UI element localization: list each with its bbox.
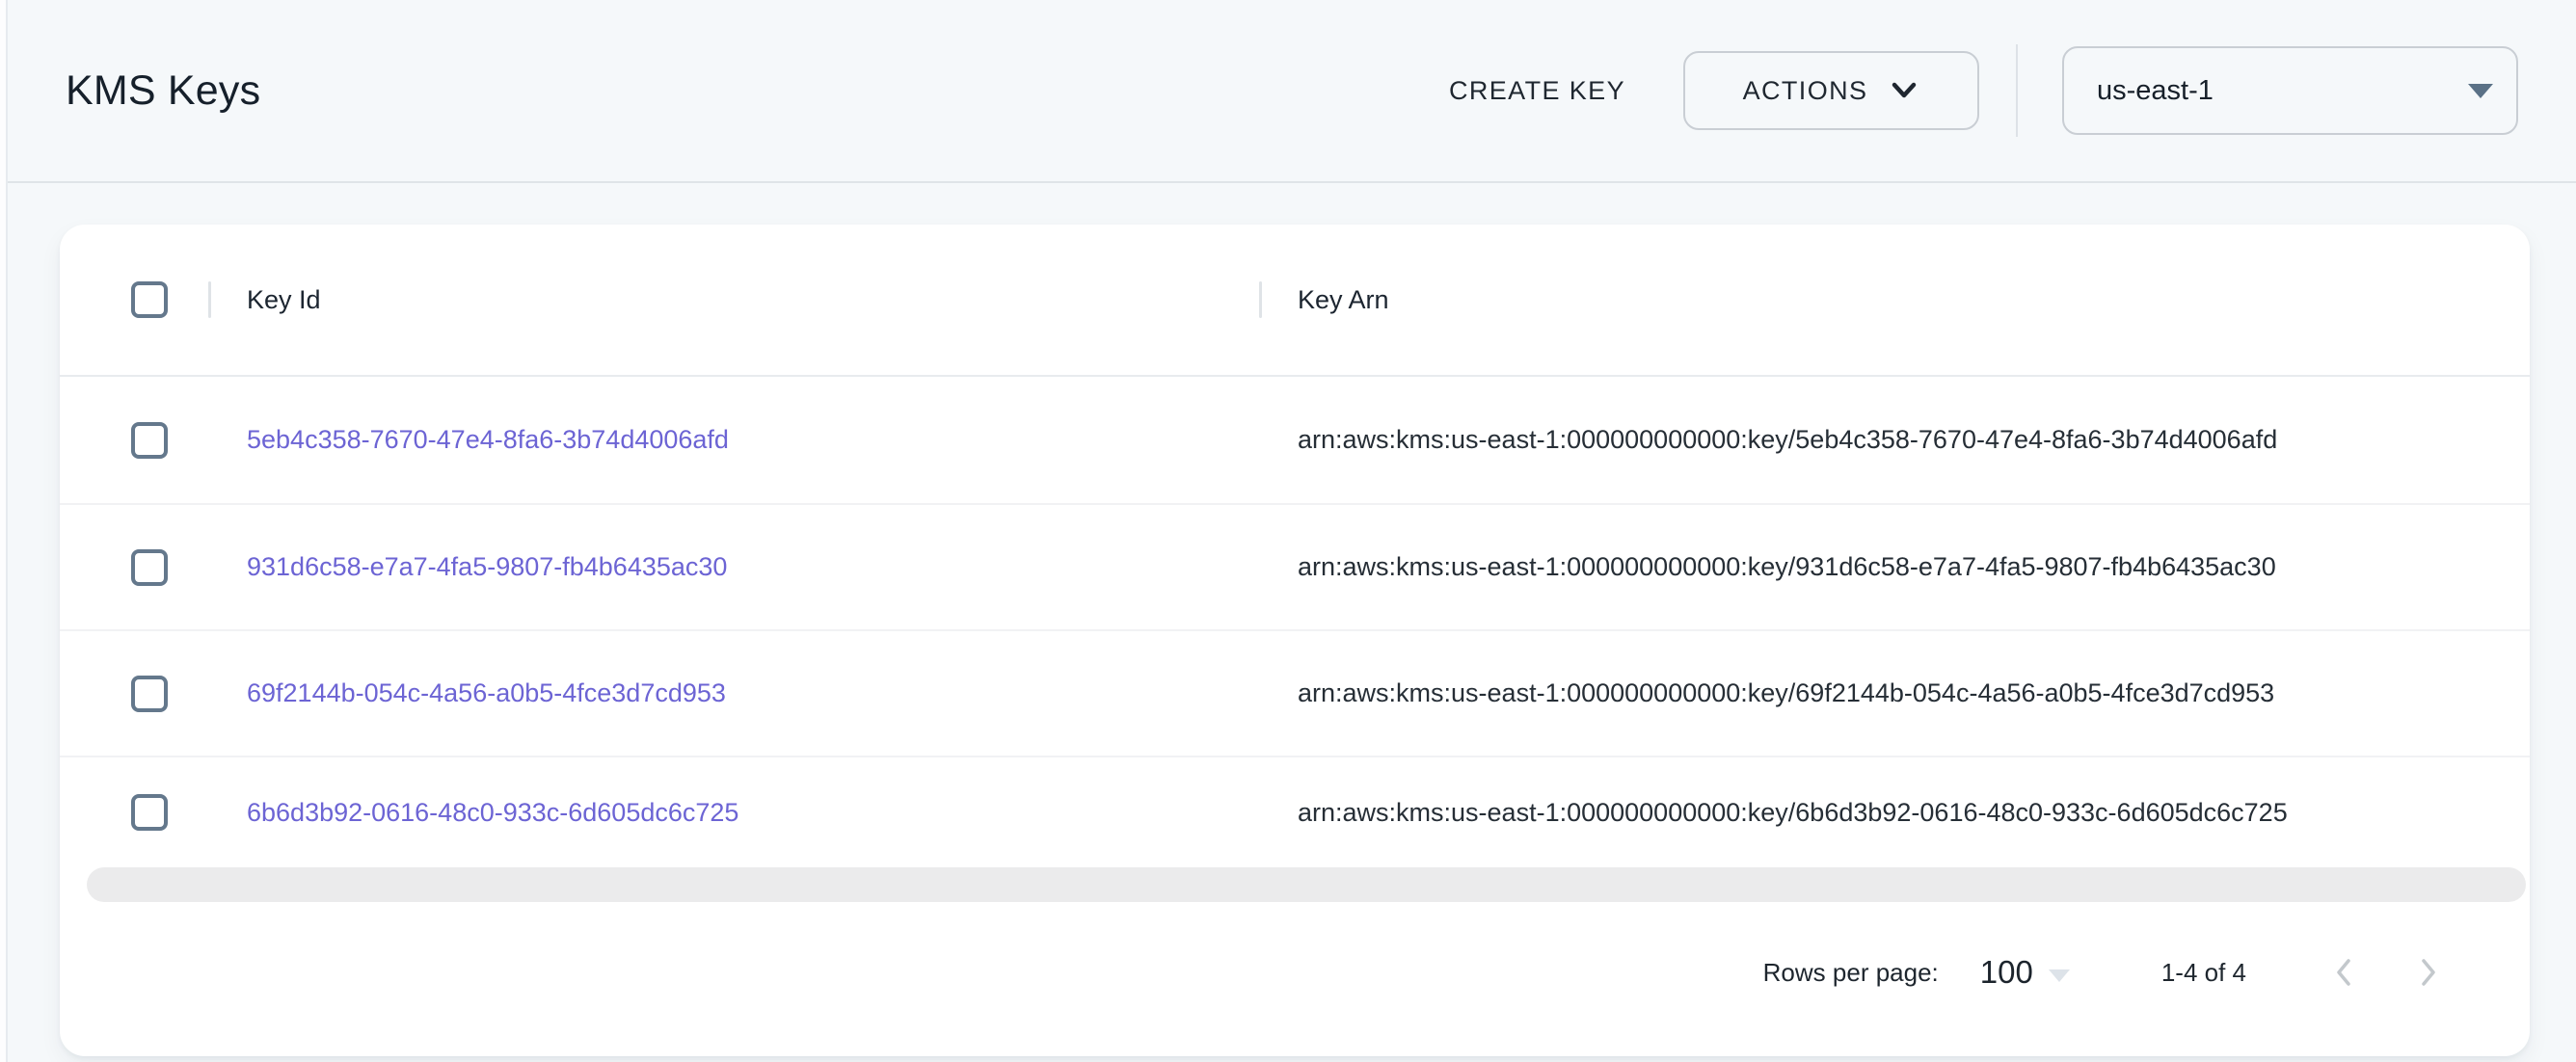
- region-select[interactable]: us-east-1: [2062, 46, 2518, 135]
- table-row[interactable]: 5eb4c358-7670-47e4-8fa6-3b74d4006afd arn…: [60, 377, 2530, 503]
- select-all-checkbox[interactable]: [131, 281, 168, 318]
- chevron-left-icon: [2325, 953, 2364, 992]
- pagination-range-label: 1-4 of 4: [2161, 958, 2246, 988]
- key-id-cell: 6b6d3b92-0616-48c0-933c-6d605dc6c725: [208, 798, 1259, 828]
- row-checkbox-cell: [60, 422, 208, 459]
- kms-keys-page: KMS Keys CREATE KEY ACTIONS us-east-1: [0, 0, 2576, 1062]
- key-arn-cell: arn:aws:kms:us-east-1:000000000000:key/9…: [1259, 552, 2530, 582]
- kms-keys-table-card: Key Id Key Arn 5eb4c358-7670-47e4-8fa6-3…: [60, 225, 2530, 1056]
- table-row[interactable]: 931d6c58-e7a7-4fa5-9807-fb4b6435ac30 arn…: [60, 503, 2530, 629]
- column-resize-handle[interactable]: [208, 281, 211, 318]
- table-row[interactable]: 69f2144b-054c-4a56-a0b5-4fce3d7cd953 arn…: [60, 629, 2530, 756]
- row-checkbox-cell: [60, 794, 208, 831]
- actions-button-label: ACTIONS: [1743, 76, 1868, 106]
- pagination-footer: Rows per page: 100 1-4 of 4: [60, 902, 2530, 1056]
- row-checkbox-cell: [60, 676, 208, 712]
- key-id-cell: 931d6c58-e7a7-4fa5-9807-fb4b6435ac30: [208, 552, 1259, 582]
- region-select-value: us-east-1: [2064, 75, 2214, 107]
- chevron-right-icon: [2408, 953, 2447, 992]
- select-arrow-icon: [2049, 969, 2070, 982]
- actions-button[interactable]: ACTIONS: [1683, 51, 1979, 130]
- select-arrow-icon: [2468, 84, 2493, 98]
- header-checkbox-cell: [60, 281, 208, 318]
- key-arn-cell: arn:aws:kms:us-east-1:000000000000:key/5…: [1259, 425, 2530, 455]
- create-key-button[interactable]: CREATE KEY: [1422, 59, 1652, 123]
- table-header-row: Key Id Key Arn: [60, 225, 2530, 377]
- row-checkbox[interactable]: [131, 422, 168, 459]
- key-id-link[interactable]: 69f2144b-054c-4a56-a0b5-4fce3d7cd953: [247, 678, 726, 708]
- key-id-link[interactable]: 6b6d3b92-0616-48c0-933c-6d605dc6c725: [247, 798, 738, 828]
- layout-left-edge: [0, 0, 8, 1062]
- key-arn-value: arn:aws:kms:us-east-1:000000000000:key/9…: [1298, 552, 2276, 582]
- column-header-key-id[interactable]: Key Id: [247, 285, 321, 315]
- toolbar-divider: [2016, 44, 2018, 137]
- header-cell-key-arn[interactable]: Key Arn: [1259, 281, 2530, 318]
- rows-per-page-value: 100: [1980, 954, 2033, 991]
- rows-per-page-select[interactable]: 100: [1980, 954, 2070, 991]
- horizontal-scrollbar[interactable]: [87, 867, 2526, 902]
- header-cell-key-id[interactable]: Key Id: [208, 281, 1259, 318]
- column-resize-handle[interactable]: [1259, 281, 1262, 318]
- row-checkbox[interactable]: [131, 794, 168, 831]
- row-checkbox[interactable]: [131, 549, 168, 586]
- page-title: KMS Keys: [66, 67, 260, 115]
- key-arn-value: arn:aws:kms:us-east-1:000000000000:key/6…: [1298, 678, 2274, 708]
- page-toolbar: KMS Keys CREATE KEY ACTIONS us-east-1: [8, 0, 2576, 183]
- chevron-down-icon: [1889, 80, 1919, 101]
- row-checkbox[interactable]: [131, 676, 168, 712]
- rows-per-page-label: Rows per page:: [1763, 958, 1939, 988]
- column-header-key-arn[interactable]: Key Arn: [1298, 285, 1389, 315]
- table-row[interactable]: 6b6d3b92-0616-48c0-933c-6d605dc6c725 arn…: [60, 756, 2530, 867]
- next-page-button[interactable]: [2399, 943, 2456, 1001]
- key-id-link[interactable]: 931d6c58-e7a7-4fa5-9807-fb4b6435ac30: [247, 552, 727, 582]
- key-id-link[interactable]: 5eb4c358-7670-47e4-8fa6-3b74d4006afd: [247, 425, 729, 455]
- previous-page-button[interactable]: [2316, 943, 2374, 1001]
- key-arn-value: arn:aws:kms:us-east-1:000000000000:key/5…: [1298, 425, 2277, 455]
- key-id-cell: 69f2144b-054c-4a56-a0b5-4fce3d7cd953: [208, 678, 1259, 708]
- key-id-cell: 5eb4c358-7670-47e4-8fa6-3b74d4006afd: [208, 425, 1259, 455]
- key-arn-cell: arn:aws:kms:us-east-1:000000000000:key/6…: [1259, 798, 2530, 828]
- key-arn-value: arn:aws:kms:us-east-1:000000000000:key/6…: [1298, 798, 2288, 828]
- row-checkbox-cell: [60, 549, 208, 586]
- key-arn-cell: arn:aws:kms:us-east-1:000000000000:key/6…: [1259, 678, 2530, 708]
